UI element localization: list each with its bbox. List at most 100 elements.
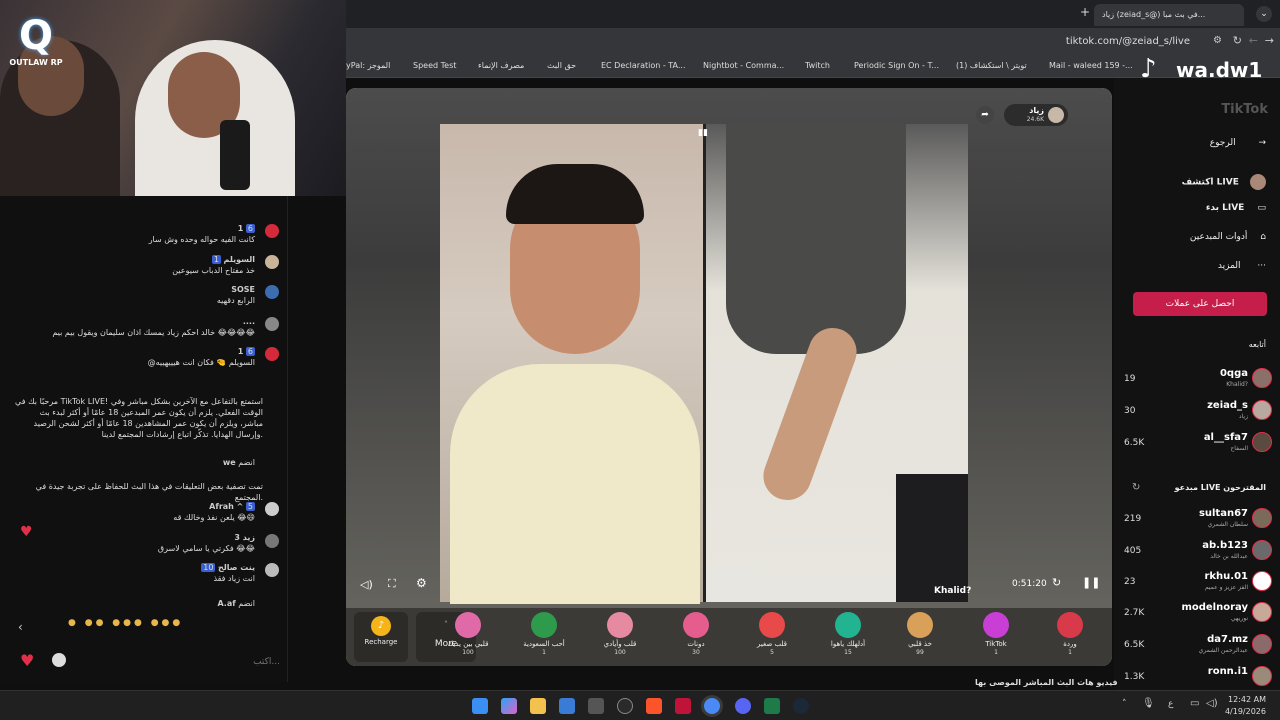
tiktok-logo[interactable]: TikTok [1221, 102, 1268, 117]
nav-back[interactable]: الرجوع → [1210, 138, 1266, 148]
quick-reactions[interactable]: ● ●● ●●● ●●● [68, 618, 278, 636]
bookmark-item[interactable]: Speed Test [413, 61, 456, 70]
gift-item[interactable]: خذ قلبي 99 [890, 612, 950, 656]
volume-icon[interactable]: ◁) [1206, 698, 1218, 709]
new-tab-button[interactable]: + [1080, 5, 1090, 19]
suggested-item[interactable]: 2.7K modelnoray نوريهي [1122, 600, 1272, 628]
discord-icon[interactable] [735, 698, 751, 714]
gift-icon [759, 612, 785, 638]
bookmark-item[interactable]: Mail - waleed 159 -... [1049, 61, 1133, 70]
site-settings-icon[interactable]: ⚙ [1213, 35, 1222, 46]
gift-item[interactable]: وردة 1 [1040, 612, 1100, 656]
share-icon[interactable]: ➦ [976, 106, 994, 124]
bookmark-item[interactable]: Periodic Sign On - T... [854, 61, 939, 70]
outlaw-rp-logo: Q OUTLAW RP [9, 13, 63, 67]
pause-icon[interactable]: ❚❚ [1082, 576, 1100, 589]
chat-input[interactable] [80, 653, 280, 671]
suggested-item[interactable]: 219 sultan67 سلطان الشمري [1122, 506, 1272, 534]
suggested-item[interactable]: 6.5K da7.mz عبدالرحمن الشمري [1122, 632, 1272, 660]
suggested-item[interactable]: 23 rkhu.01 الفز عزيز و عميم [1122, 569, 1272, 597]
following-item[interactable]: 6.5K al__sfa7 السفاح [1122, 430, 1272, 458]
file-explorer-icon[interactable] [530, 698, 546, 714]
start-icon[interactable] [472, 698, 488, 714]
tiktok-icon: ♪ [1140, 54, 1157, 84]
guest-video[interactable] [706, 124, 968, 602]
chat-message: ينت صالح 10 انت زياد فقذ [201, 563, 255, 583]
bookmark-item[interactable]: Nightbot - Comma... [703, 61, 784, 70]
refresh-suggested-icon[interactable]: ↻ [1132, 482, 1140, 493]
suggested-label: مبدعو LIVE المقترحون [1174, 483, 1266, 492]
suggested-item[interactable]: 405 ab.b123 عبدالله بن خالد [1122, 538, 1272, 566]
audio-bars-icon: ▮▮ [698, 128, 708, 138]
calculator-icon[interactable] [588, 698, 604, 714]
copilot-icon[interactable] [501, 698, 517, 714]
bookmark-item[interactable]: (1) تويتر \ استكشاف [956, 61, 1027, 70]
gift-icon [531, 612, 557, 638]
join-notice: we انضم [222, 458, 255, 467]
gift-item[interactable]: قلب وأيادي 100 [590, 612, 650, 656]
chat-message: .... خالد احكم زياد يمسك اذان سليمان ويقو… [52, 317, 255, 337]
following-label: أتابعه [1248, 340, 1266, 349]
host-video[interactable] [440, 124, 704, 604]
following-item[interactable]: 19 0qga Khalid? [1122, 366, 1272, 394]
windows-taskbar: ˄ 🎙 ع ▭ ◁) 12:42 AM 4/19/2026 [0, 690, 1280, 720]
acrobat-icon[interactable] [675, 698, 691, 714]
gift-icon [607, 612, 633, 638]
recharge-button[interactable]: ♪ Recharge [354, 612, 408, 662]
gift-icon [907, 612, 933, 638]
chrome-icon[interactable] [704, 698, 720, 714]
nav-start-live[interactable]: بدء LIVE ▭ [1206, 203, 1266, 213]
back-icon[interactable]: → [1265, 34, 1274, 47]
refresh-icon[interactable]: ↻ [1052, 576, 1061, 589]
reload-icon[interactable]: ↻ [1233, 34, 1242, 47]
forward-icon[interactable]: ← [1249, 34, 1258, 47]
tiktok-sidebar: TikTok الرجوع → اكتشف LIVE بدء LIVE ▭ أد… [1114, 78, 1280, 690]
bookmark-item[interactable]: مصرف الإنماء [478, 61, 524, 70]
gift-item[interactable]: أحب السعودية 1 [514, 612, 574, 656]
get-coins-button[interactable]: احصل على عملات [1133, 292, 1267, 316]
settings-icon[interactable]: ⚙ [416, 576, 427, 590]
sound-icon[interactable]: ◁) [360, 578, 373, 591]
brave-icon[interactable] [646, 698, 662, 714]
suggested-item[interactable]: 1.3K ronn.i1 [1122, 664, 1272, 692]
steam-icon[interactable] [793, 698, 809, 714]
emoji-icon[interactable] [52, 653, 66, 667]
network-icon[interactable]: ▭ [1190, 698, 1199, 709]
streamer-overlay-handle: ♪ wa.dw1 [1140, 54, 1263, 84]
tab-search-icon[interactable]: ⌄ [1256, 6, 1272, 22]
microphone-icon[interactable]: 🎙 [1142, 698, 1155, 709]
excel-icon[interactable] [764, 698, 780, 714]
bookmark-item[interactable]: حق البث [547, 61, 576, 70]
system-clock[interactable]: 12:42 AM 4/19/2026 [1225, 694, 1266, 718]
bookmark-item[interactable]: Twitch [805, 61, 830, 70]
bookmark-item[interactable]: EC Declaration - TA... [601, 61, 686, 70]
gift-item[interactable]: قلبي بين يديك 100 [438, 612, 498, 656]
url-text[interactable]: tiktok.com/@zeiad_s/live [1066, 36, 1190, 47]
chevron-left-icon[interactable]: ‹ [18, 620, 23, 634]
fullscreen-icon[interactable]: ⛶ [388, 577, 396, 591]
gift-item[interactable]: دونات 30 [666, 612, 726, 656]
obs-icon[interactable] [617, 698, 633, 714]
nav-creator-tools[interactable]: أدوات المبدعين ⌂ [1190, 232, 1266, 242]
gift-item[interactable]: قلب صغير 5 [742, 612, 802, 656]
gift-icon [683, 612, 709, 638]
nav-explore-live[interactable]: اكتشف LIVE [1182, 174, 1266, 190]
gift-bar: ♪ Recharge ˄ More قلبي بين يديك 100 أحب ا… [346, 608, 1112, 666]
bookmark-item[interactable]: yPal: الموجز [346, 61, 390, 70]
tab-tiktok-live[interactable]: زياد (zeiad_s@) في بث مبا... [1094, 4, 1244, 26]
store-icon[interactable] [559, 698, 575, 714]
language-icon[interactable]: ع [1168, 699, 1173, 709]
gift-item[interactable]: أدلهلك ياهوا 15 [818, 612, 878, 656]
gift-icon [835, 612, 861, 638]
chevron-up-icon[interactable]: ˄ [1122, 699, 1127, 709]
chat-message: السويلم 1 خذ مفتاح الدباب سيوعين [172, 255, 255, 275]
heart-like-icon[interactable]: ♥ [20, 651, 34, 670]
nav-more[interactable]: المزيد ··· [1218, 261, 1266, 271]
gift-item[interactable]: TikTok 1 [966, 612, 1026, 656]
host-info[interactable]: زياد 24.6K [1004, 104, 1068, 126]
following-item[interactable]: 30 zeiad_s زياد [1122, 398, 1272, 426]
gift-icon [455, 612, 481, 638]
chat-message: 1 6 @السويلم 🤏 فكان انت هيييهييه [147, 347, 255, 367]
coin-icon: ♪ [371, 616, 391, 636]
host-name: زياد [1029, 106, 1044, 115]
